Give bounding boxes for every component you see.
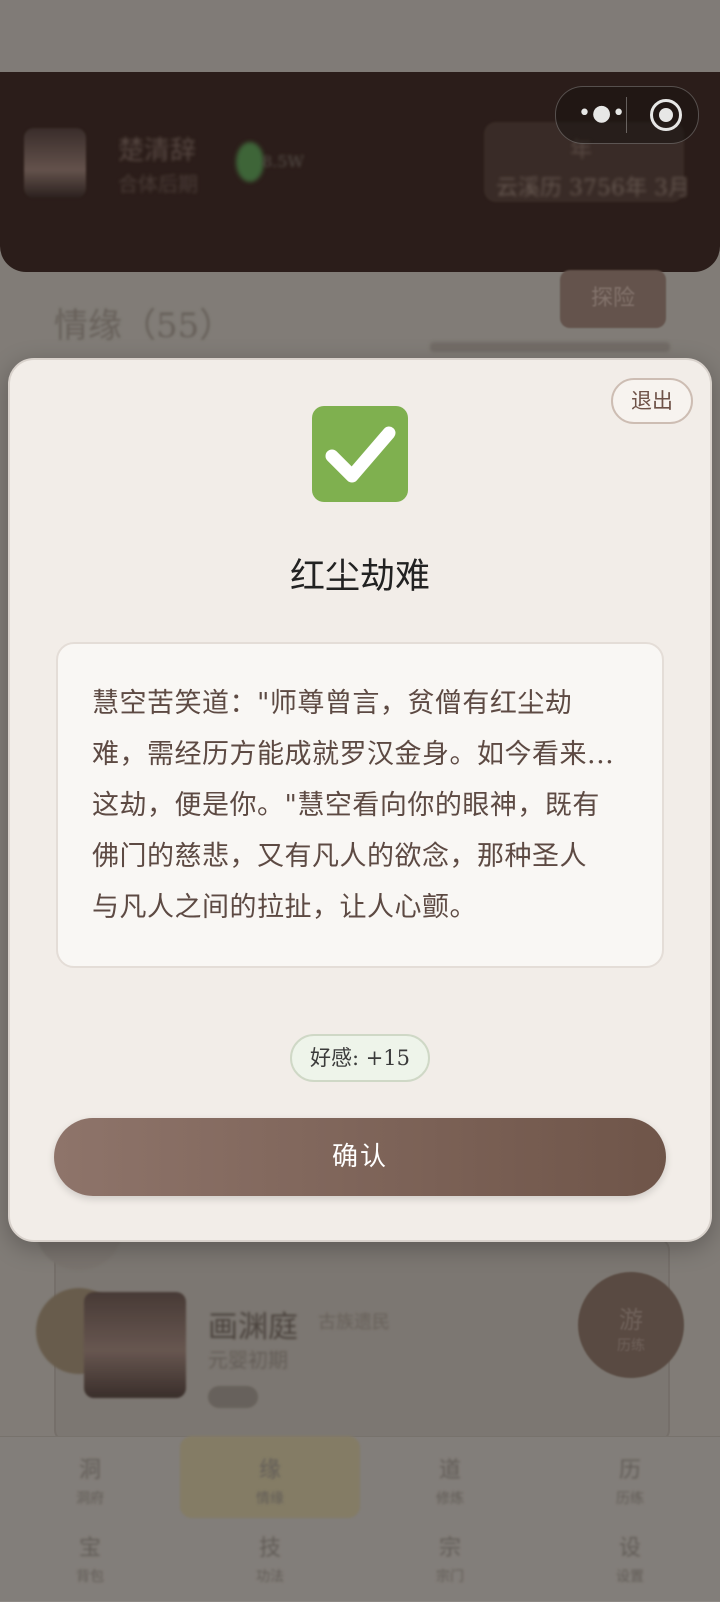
story-line: 慧空苦笑道："师尊曾言，贫僧有红尘劫	[92, 688, 573, 719]
story-line: 佛门的慈悲，又有凡人的欲念，那种圣人	[92, 841, 587, 872]
story-text: 慧空苦笑道："师尊曾言，贫僧有红尘劫 难，需经历方能成就罗汉金身。如今看来...…	[92, 678, 632, 933]
favor-badge: 好感: +15	[290, 1034, 430, 1082]
modal-title: 红尘劫难	[289, 557, 430, 597]
story-line: 与凡人之间的拉扯，让人心颤。	[92, 892, 477, 923]
confirm-button[interactable]: 确认	[54, 1118, 666, 1196]
story-line: 这劫，便是你。"慧空看向你的眼神，既有	[92, 790, 600, 821]
check-mark-icon	[312, 406, 408, 502]
exit-button[interactable]: 退出	[611, 378, 693, 424]
story-line: 难，需经历方能成就罗汉金身。如今看来...	[92, 739, 615, 770]
check-mark-svg	[325, 426, 396, 483]
